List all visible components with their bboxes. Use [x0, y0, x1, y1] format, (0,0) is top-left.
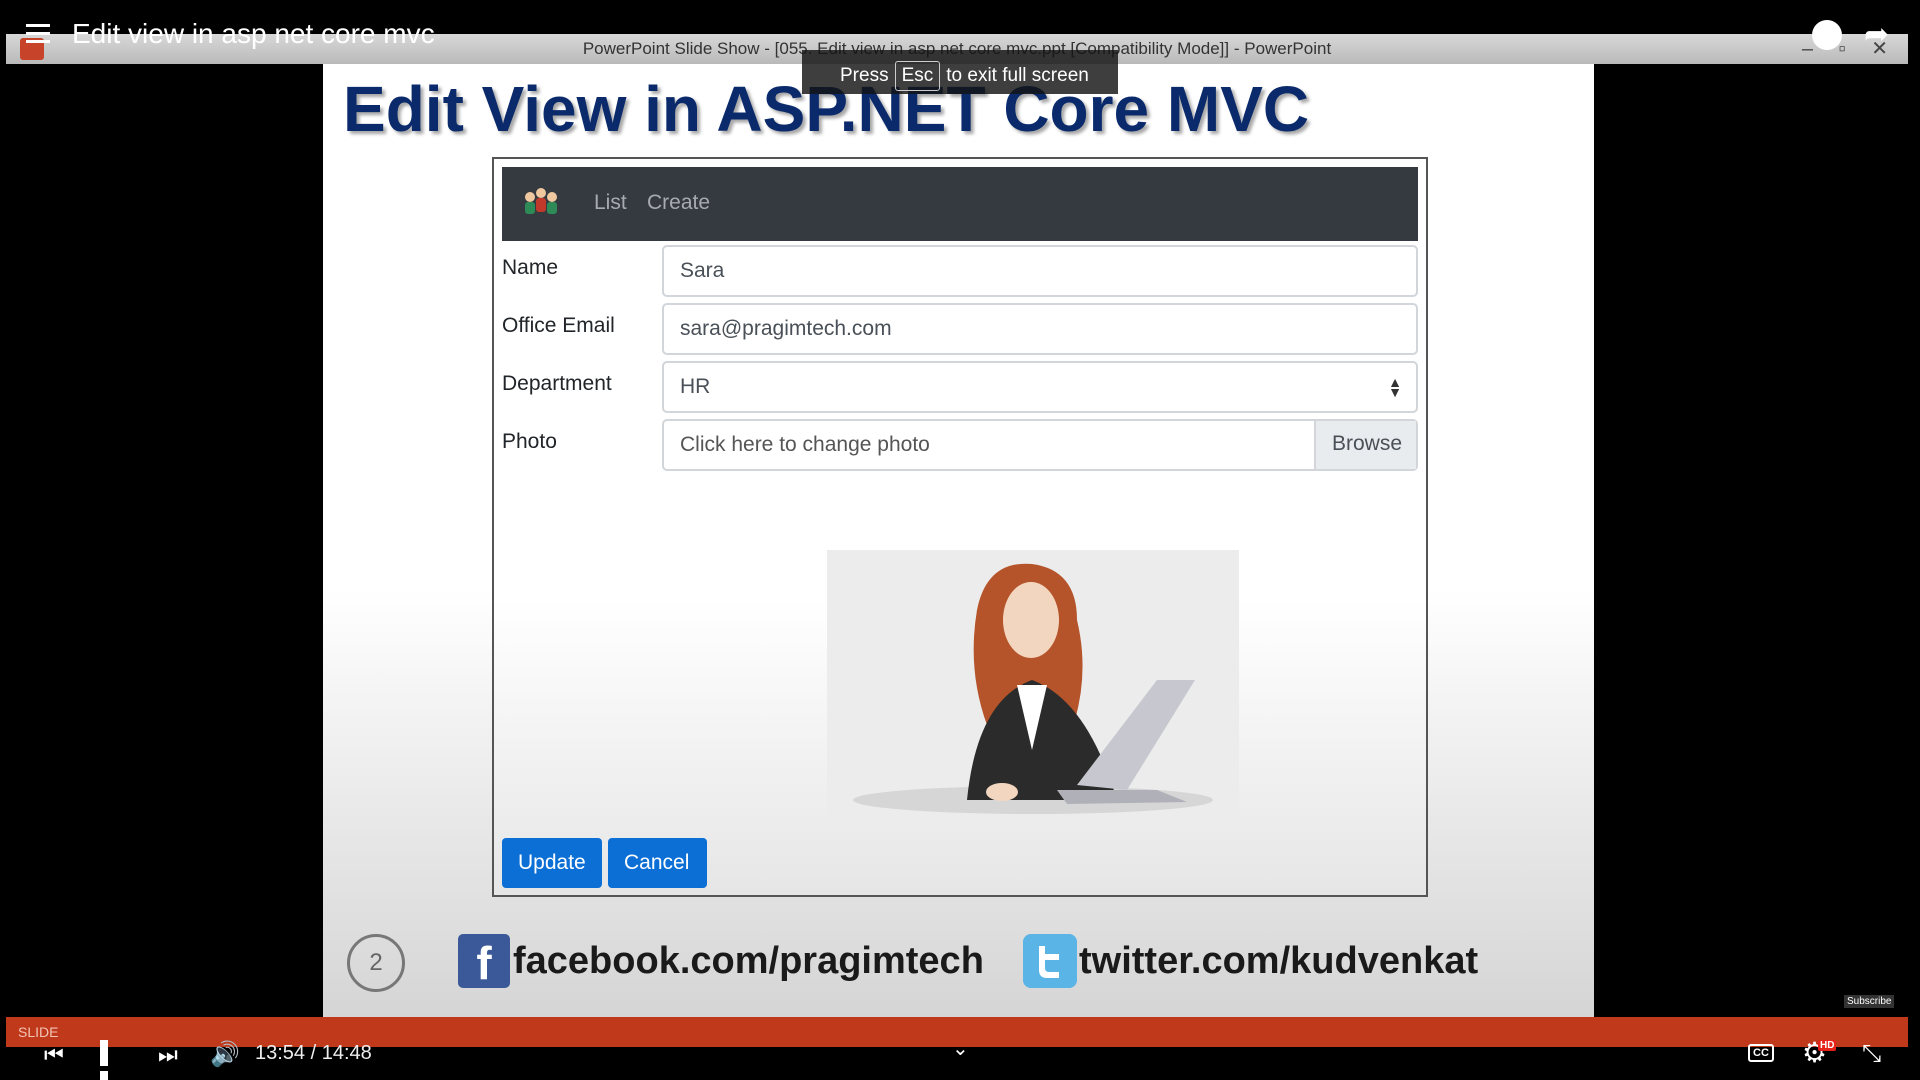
- twitter-link: twitter.com/kudvenkat: [1079, 940, 1479, 982]
- nav-link-create[interactable]: Create: [647, 191, 710, 215]
- app-navbar: List Create: [502, 167, 1418, 241]
- select-caret-icon: ▲ ▼: [1388, 374, 1402, 400]
- exit-fullscreen-icon[interactable]: ⤡: [1862, 1040, 1881, 1068]
- slide-number: 2: [347, 934, 405, 992]
- subscribe-badge[interactable]: Subscribe: [1844, 995, 1895, 1008]
- department-value: HR: [680, 375, 711, 398]
- slide-status-label: SLIDE: [18, 1024, 59, 1040]
- office-email-label: Office Email: [502, 314, 615, 337]
- hd-badge: HD: [1818, 1040, 1837, 1051]
- time-display: 13:54 / 14:48: [255, 1042, 372, 1064]
- facebook-icon: f: [458, 934, 510, 989]
- watch-later-icon[interactable]: [1812, 20, 1842, 50]
- facebook-link: facebook.com/pragimtech: [513, 940, 984, 982]
- esc-hint-prefix: Press: [840, 65, 889, 86]
- department-select[interactable]: HR ▲ ▼: [662, 361, 1418, 413]
- photo-label: Photo: [502, 430, 557, 453]
- name-input[interactable]: Sara: [662, 245, 1418, 297]
- chevron-down-icon[interactable]: ⌄: [952, 1036, 969, 1061]
- slide: Edit View in ASP.NET Core MVC List Creat…: [323, 64, 1594, 1017]
- previous-video-icon[interactable]: ⏮: [44, 1042, 64, 1068]
- employees-logo-icon[interactable]: [520, 183, 562, 225]
- esc-key: Esc: [894, 61, 941, 91]
- share-icon[interactable]: ➦: [1864, 20, 1896, 50]
- next-video-icon[interactable]: ⏭: [158, 1042, 178, 1068]
- volume-icon[interactable]: 🔊: [210, 1040, 240, 1069]
- department-label: Department: [502, 372, 612, 395]
- player-top-bar: Edit view in asp net core mvc ➦: [0, 0, 1920, 60]
- name-value: Sara: [680, 259, 725, 282]
- photo-placeholder: Click here to change photo: [680, 433, 930, 456]
- pause-icon[interactable]: [100, 1040, 124, 1080]
- esc-hint-suffix: to exit full screen: [946, 65, 1089, 86]
- captions-icon[interactable]: CC: [1748, 1044, 1774, 1062]
- office-email-input[interactable]: sara@pragimtech.com: [662, 303, 1418, 355]
- update-button[interactable]: Update: [502, 838, 602, 888]
- playlist-menu-icon[interactable]: [26, 24, 50, 44]
- nav-link-list[interactable]: List: [594, 191, 627, 215]
- twitter-icon: [1023, 934, 1077, 988]
- employee-photo: [827, 550, 1239, 816]
- office-email-value: sara@pragimtech.com: [680, 317, 892, 340]
- browse-button[interactable]: Browse: [1314, 421, 1416, 469]
- video-player[interactable]: PowerPoint Slide Show - [055. Edit view …: [0, 0, 1920, 1080]
- name-label: Name: [502, 256, 559, 279]
- photo-file-input[interactable]: Click here to change photo Browse: [662, 419, 1418, 471]
- cancel-button[interactable]: Cancel: [608, 838, 707, 888]
- app-screenshot: List Create Name Sara Office Email sara@…: [492, 157, 1428, 897]
- video-title[interactable]: Edit view in asp net core mvc: [72, 18, 435, 50]
